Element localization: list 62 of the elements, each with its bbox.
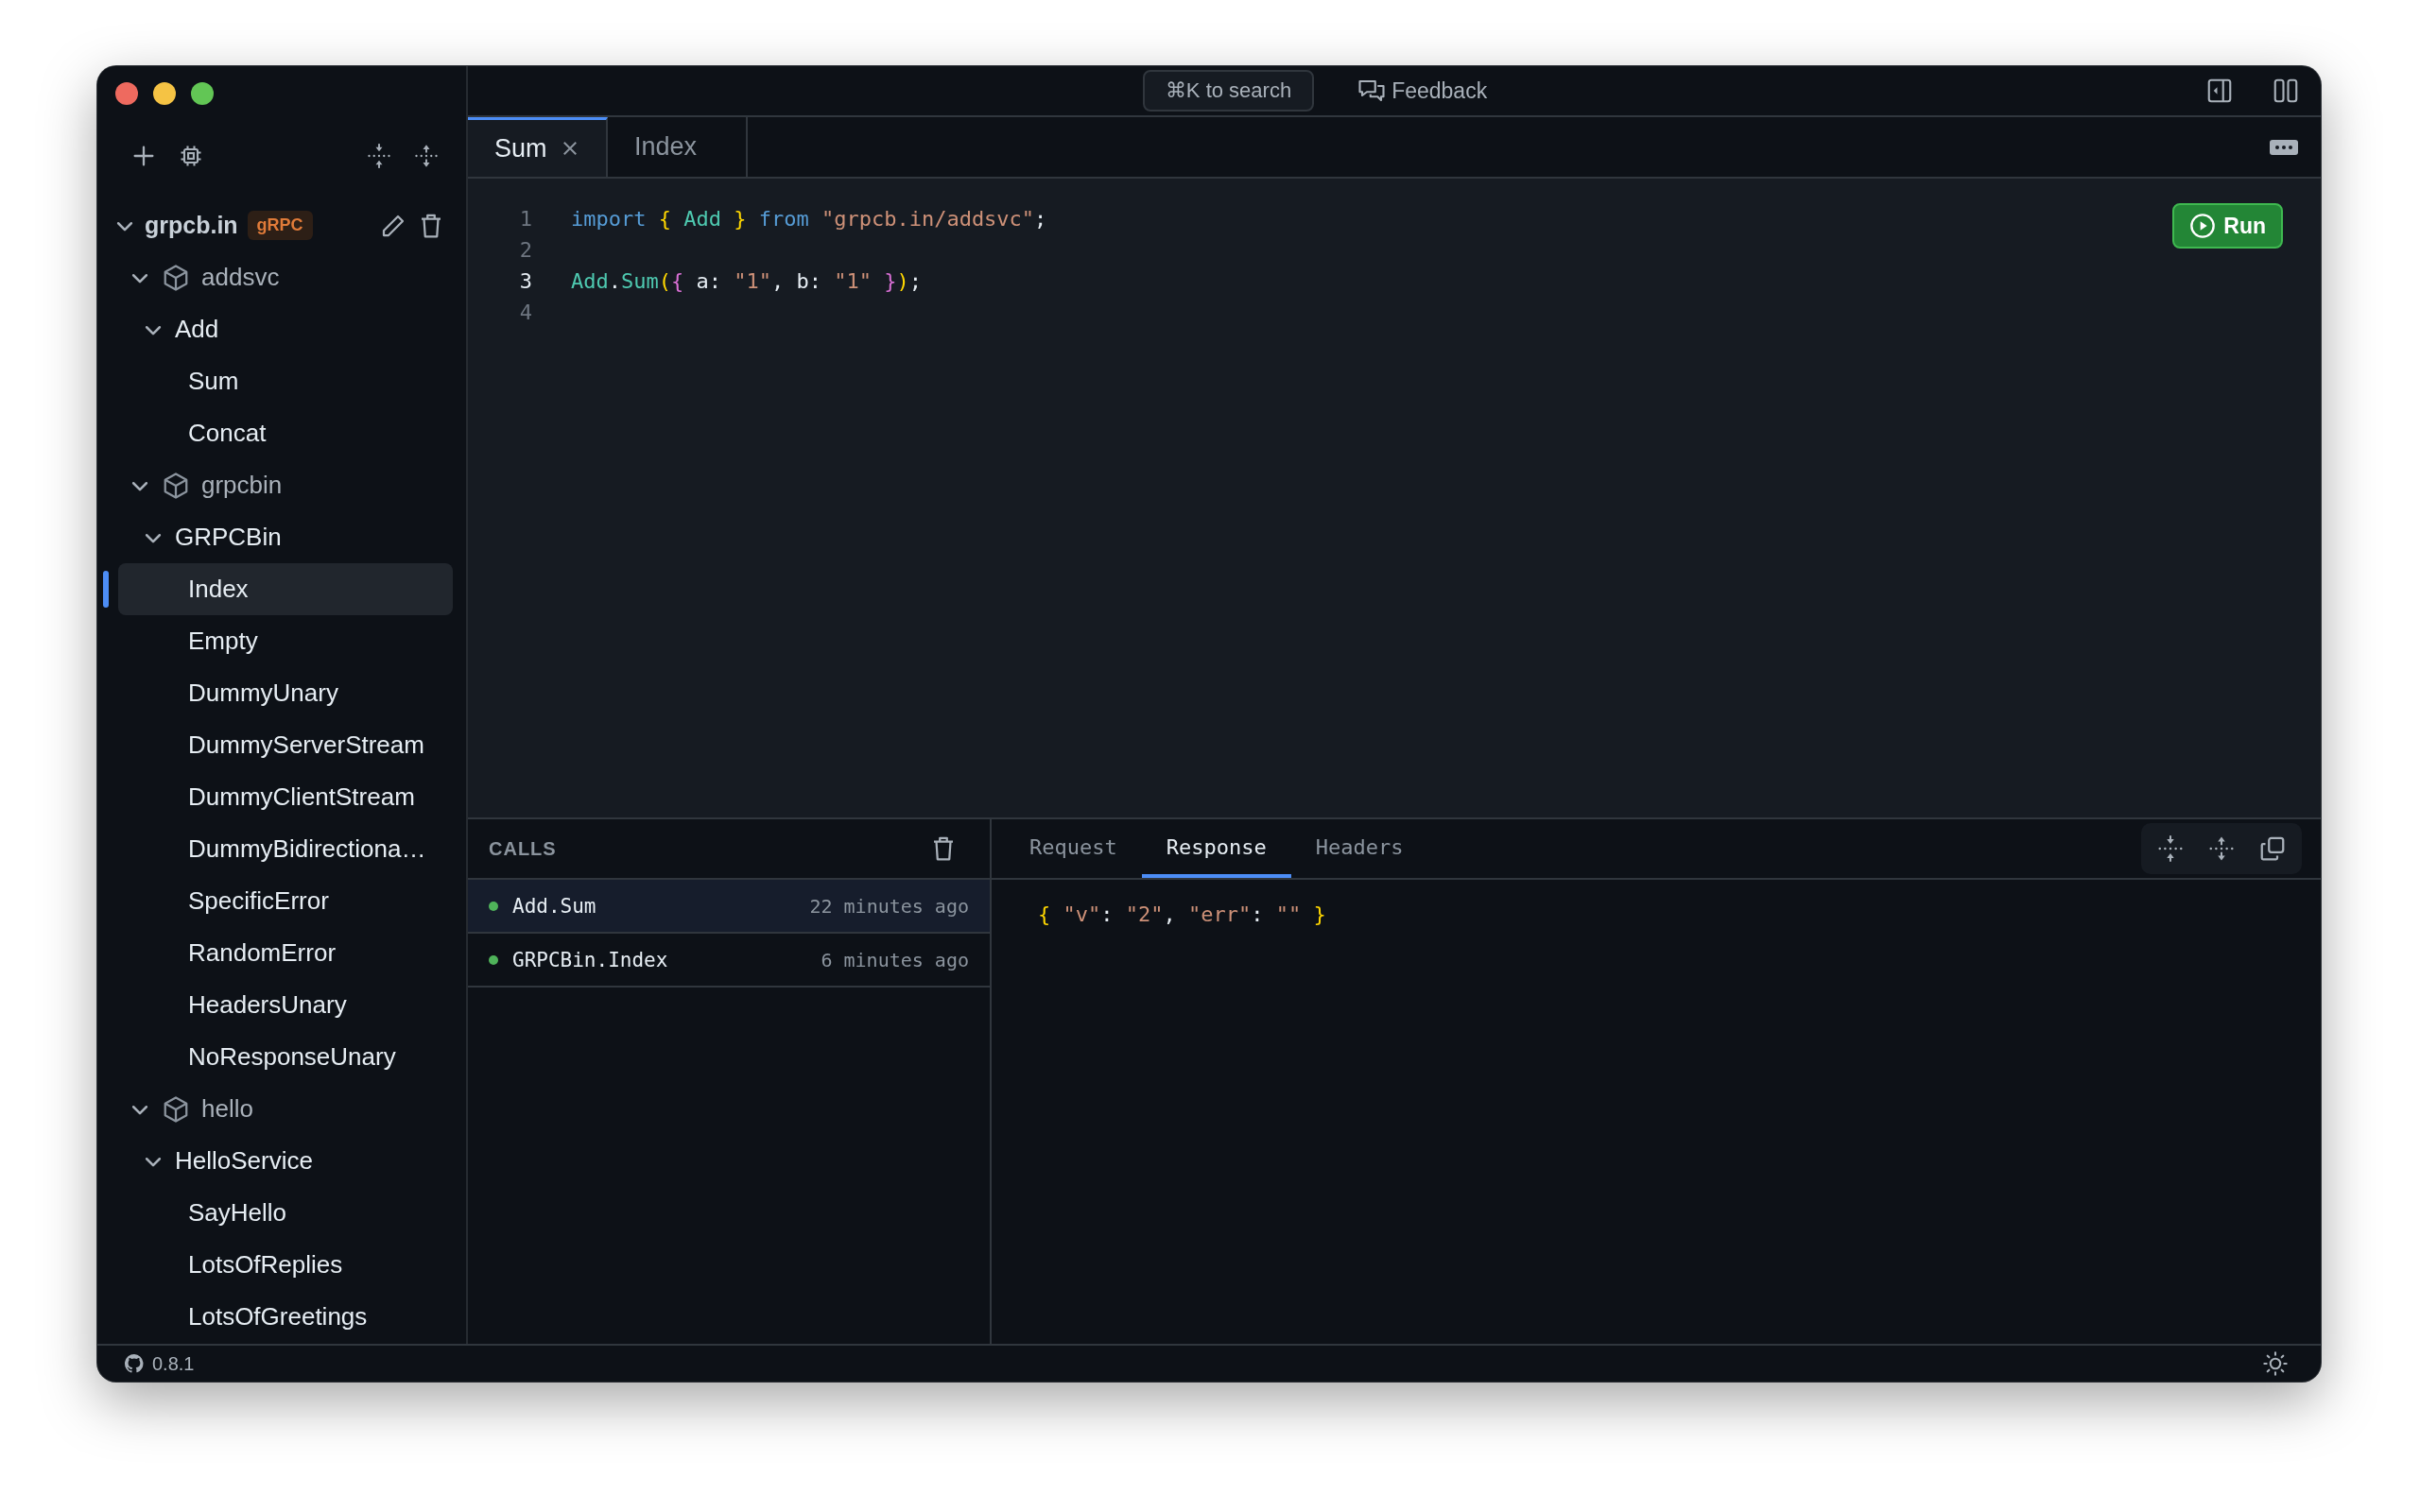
code-line: import { Add } from "grpcb.in/addsvc"; bbox=[571, 207, 1047, 231]
tree-item[interactable]: grpcb.in gRPC bbox=[97, 199, 453, 251]
detail-tab[interactable]: Request bbox=[1005, 819, 1142, 878]
tree-item[interactable]: Add bbox=[97, 303, 453, 355]
editor-tab[interactable]: Sum bbox=[468, 117, 608, 177]
sidebar-toggle-icon[interactable] bbox=[2205, 77, 2234, 105]
run-button[interactable]: Run bbox=[2172, 203, 2283, 249]
tree-item[interactable]: RandomError bbox=[97, 927, 453, 979]
editor-tab[interactable]: Index bbox=[608, 117, 748, 177]
tree-item[interactable]: addsvc bbox=[97, 251, 453, 303]
columns-icon[interactable] bbox=[2272, 77, 2300, 105]
collapse-icon[interactable] bbox=[366, 143, 392, 169]
sun-icon[interactable] bbox=[2262, 1350, 2289, 1377]
tree-item[interactable]: SayHello bbox=[97, 1187, 453, 1239]
expand-icon[interactable] bbox=[2207, 834, 2236, 863]
tree-item[interactable]: HelloService bbox=[97, 1135, 453, 1187]
search-button[interactable]: ⌘K to search bbox=[1142, 70, 1315, 112]
line-number: 3 bbox=[518, 269, 532, 293]
minimize-window-button[interactable] bbox=[153, 82, 176, 105]
line-number: 1 bbox=[518, 207, 532, 231]
tree-item[interactable]: DummyUnary bbox=[97, 667, 453, 719]
call-item[interactable]: Add.Sum 22 minutes ago bbox=[468, 880, 990, 934]
call-item[interactable]: GRPCBin.Index 6 minutes ago bbox=[468, 934, 990, 988]
feedback-button[interactable]: Feedback bbox=[1339, 76, 1494, 106]
more-icon[interactable] bbox=[2270, 138, 2298, 156]
detail-tab[interactable]: Headers bbox=[1290, 819, 1428, 878]
close-window-button[interactable] bbox=[115, 82, 138, 105]
tree-item[interactable]: NoResponseUnary bbox=[97, 1031, 453, 1083]
tree-item[interactable]: HeadersUnary bbox=[97, 979, 453, 1031]
selection-indicator bbox=[103, 571, 109, 608]
tree-item[interactable]: Sum bbox=[97, 355, 453, 407]
tree-item[interactable]: DummyBidirectiona… bbox=[97, 823, 453, 875]
tree-item[interactable]: LotsOfReplies bbox=[97, 1239, 453, 1291]
tree-item[interactable]: SpecificError bbox=[97, 875, 453, 927]
section-title: CALLS bbox=[489, 837, 557, 860]
cube-icon bbox=[162, 263, 190, 292]
cube-icon bbox=[162, 471, 190, 500]
tree-item[interactable]: hello bbox=[97, 1083, 453, 1135]
expand-icon[interactable] bbox=[413, 143, 440, 169]
tree-item[interactable]: Index bbox=[118, 563, 453, 615]
cube-icon bbox=[162, 1094, 190, 1124]
line-number: 4 bbox=[518, 301, 532, 324]
zoom-window-button[interactable] bbox=[191, 82, 214, 105]
github-icon[interactable] bbox=[124, 1353, 145, 1374]
response-body: { "v": "2", "err": "" } bbox=[1038, 902, 1326, 926]
collapse-icon[interactable] bbox=[2156, 834, 2185, 863]
tree-item[interactable]: Concat bbox=[97, 407, 453, 459]
copy-icon[interactable] bbox=[2258, 834, 2287, 863]
tree-item[interactable]: GRPCBin bbox=[97, 511, 453, 563]
line-number: 2 bbox=[518, 238, 532, 262]
tree-item[interactable]: grpcbin bbox=[97, 459, 453, 511]
version-label: 0.8.1 bbox=[152, 1352, 195, 1375]
tree-item[interactable]: Empty bbox=[97, 615, 453, 667]
protocol-badge: gRPC bbox=[247, 211, 313, 240]
tree-item[interactable]: DummyServerStream bbox=[97, 719, 453, 771]
status-dot bbox=[489, 954, 498, 965]
play-icon bbox=[2189, 213, 2217, 239]
tree-item[interactable]: LotsOfGreetings bbox=[97, 1291, 453, 1343]
status-dot bbox=[489, 901, 498, 911]
code-line: Add.Sum({ a: "1", b: "1" }); bbox=[571, 269, 922, 293]
tree-item[interactable]: DummyClientStream bbox=[97, 771, 453, 823]
detail-tab[interactable]: Response bbox=[1141, 819, 1291, 878]
